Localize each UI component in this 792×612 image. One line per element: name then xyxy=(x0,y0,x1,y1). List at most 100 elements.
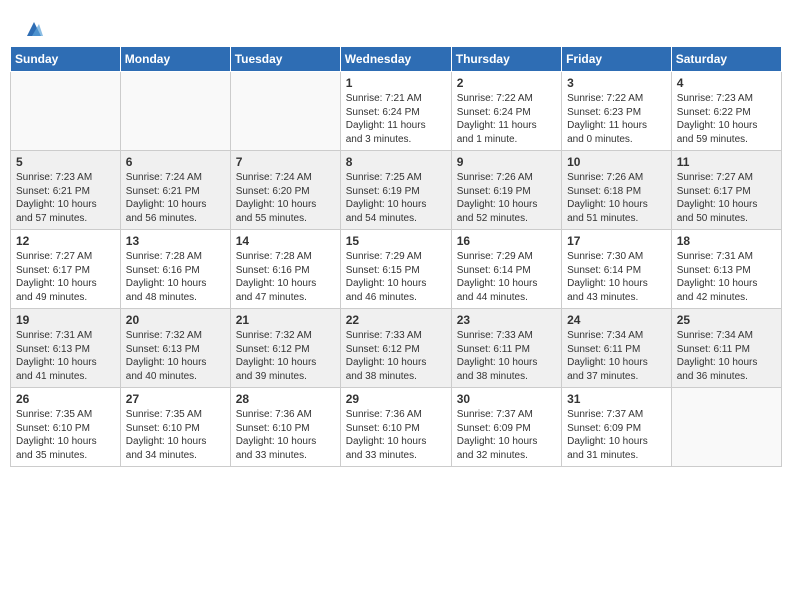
col-header-sunday: Sunday xyxy=(11,47,121,72)
day-info: Sunrise: 7:26 AMSunset: 6:18 PMDaylight:… xyxy=(567,171,666,225)
day-number: 11 xyxy=(677,155,776,169)
calendar-table: SundayMondayTuesdayWednesdayThursdayFrid… xyxy=(10,46,782,467)
calendar-week-row: 12 Sunrise: 7:27 AMSunset: 6:17 PMDayligh… xyxy=(11,230,782,309)
calendar-day-cell: 17 Sunrise: 7:30 AMSunset: 6:14 PMDayligh… xyxy=(562,230,672,309)
day-number: 25 xyxy=(677,313,776,327)
day-info: Sunrise: 7:22 AMSunset: 6:24 PMDaylight:… xyxy=(457,92,556,146)
calendar-week-row: 1 Sunrise: 7:21 AMSunset: 6:24 PMDaylight… xyxy=(11,72,782,151)
day-number: 31 xyxy=(567,392,666,406)
calendar-week-row: 19Sunrise: 7:31 AMSunset: 6:13 PMDayligh… xyxy=(11,309,782,388)
calendar-day-cell: 3Sunrise: 7:22 AMSunset: 6:23 PMDaylight… xyxy=(562,72,672,151)
calendar-day-cell: 20Sunrise: 7:32 AMSunset: 6:13 PMDayligh… xyxy=(120,309,230,388)
day-number: 26 xyxy=(16,392,115,406)
col-header-thursday: Thursday xyxy=(451,47,561,72)
calendar-day-cell: 11 Sunrise: 7:27 AMSunset: 6:17 PMDayligh… xyxy=(671,151,781,230)
day-number: 29 xyxy=(346,392,446,406)
day-number: 28 xyxy=(236,392,335,406)
day-info: Sunrise: 7:27 AMSunset: 6:17 PMDaylight:… xyxy=(16,250,115,304)
day-info: Sunrise: 7:33 AMSunset: 6:11 PMDaylight:… xyxy=(457,329,556,383)
day-number: 22 xyxy=(346,313,446,327)
calendar-day-cell: 16 Sunrise: 7:29 AMSunset: 6:14 PMDayligh… xyxy=(451,230,561,309)
logo xyxy=(20,18,45,36)
day-number: 18 xyxy=(677,234,776,248)
calendar-day-cell: 15 Sunrise: 7:29 AMSunset: 6:15 PMDayligh… xyxy=(340,230,451,309)
day-number: 21 xyxy=(236,313,335,327)
day-info: Sunrise: 7:28 AMSunset: 6:16 PMDaylight:… xyxy=(236,250,335,304)
calendar-day-cell xyxy=(120,72,230,151)
day-number: 19 xyxy=(16,313,115,327)
calendar-day-cell: 28Sunrise: 7:36 AMSunset: 6:10 PMDayligh… xyxy=(230,388,340,467)
calendar-day-cell: 12 Sunrise: 7:27 AMSunset: 6:17 PMDayligh… xyxy=(11,230,121,309)
col-header-tuesday: Tuesday xyxy=(230,47,340,72)
calendar-day-cell: 30Sunrise: 7:37 AMSunset: 6:09 PMDayligh… xyxy=(451,388,561,467)
day-info: Sunrise: 7:36 AMSunset: 6:10 PMDaylight:… xyxy=(346,408,446,462)
calendar-day-cell: 14 Sunrise: 7:28 AMSunset: 6:16 PMDayligh… xyxy=(230,230,340,309)
calendar-header-row: SundayMondayTuesdayWednesdayThursdayFrid… xyxy=(11,47,782,72)
day-number: 17 xyxy=(567,234,666,248)
calendar-day-cell: 24 Sunrise: 7:34 AMSunset: 6:11 PMDayligh… xyxy=(562,309,672,388)
calendar-day-cell: 6Sunrise: 7:24 AMSunset: 6:21 PMDaylight… xyxy=(120,151,230,230)
day-number: 30 xyxy=(457,392,556,406)
calendar-day-cell: 22 Sunrise: 7:33 AMSunset: 6:12 PMDayligh… xyxy=(340,309,451,388)
calendar-day-cell: 9 Sunrise: 7:26 AMSunset: 6:19 PMDaylight… xyxy=(451,151,561,230)
day-info: Sunrise: 7:22 AMSunset: 6:23 PMDaylight:… xyxy=(567,92,666,146)
day-number: 15 xyxy=(346,234,446,248)
page-header xyxy=(10,10,782,42)
day-info: Sunrise: 7:23 AMSunset: 6:21 PMDaylight:… xyxy=(16,171,115,225)
day-number: 2 xyxy=(457,76,556,90)
day-number: 5 xyxy=(16,155,115,169)
day-info: Sunrise: 7:29 AMSunset: 6:15 PMDaylight:… xyxy=(346,250,446,304)
calendar-day-cell xyxy=(11,72,121,151)
day-info: Sunrise: 7:35 AMSunset: 6:10 PMDaylight:… xyxy=(16,408,115,462)
day-info: Sunrise: 7:34 AMSunset: 6:11 PMDaylight:… xyxy=(677,329,776,383)
calendar-day-cell: 19Sunrise: 7:31 AMSunset: 6:13 PMDayligh… xyxy=(11,309,121,388)
calendar-day-cell: 26 Sunrise: 7:35 AMSunset: 6:10 PMDayligh… xyxy=(11,388,121,467)
day-info: Sunrise: 7:21 AMSunset: 6:24 PMDaylight:… xyxy=(346,92,446,146)
day-number: 23 xyxy=(457,313,556,327)
calendar-day-cell: 13 Sunrise: 7:28 AMSunset: 6:16 PMDayligh… xyxy=(120,230,230,309)
calendar-week-row: 26 Sunrise: 7:35 AMSunset: 6:10 PMDayligh… xyxy=(11,388,782,467)
col-header-saturday: Saturday xyxy=(671,47,781,72)
day-number: 9 xyxy=(457,155,556,169)
day-number: 13 xyxy=(126,234,225,248)
day-number: 7 xyxy=(236,155,335,169)
day-info: Sunrise: 7:23 AMSunset: 6:22 PMDaylight:… xyxy=(677,92,776,146)
day-info: Sunrise: 7:32 AMSunset: 6:12 PMDaylight:… xyxy=(236,329,335,383)
calendar-day-cell: 2 Sunrise: 7:22 AMSunset: 6:24 PMDaylight… xyxy=(451,72,561,151)
calendar-day-cell: 4Sunrise: 7:23 AMSunset: 6:22 PMDaylight… xyxy=(671,72,781,151)
calendar-day-cell: 7 Sunrise: 7:24 AMSunset: 6:20 PMDaylight… xyxy=(230,151,340,230)
day-info: Sunrise: 7:37 AMSunset: 6:09 PMDaylight:… xyxy=(567,408,666,462)
day-number: 27 xyxy=(126,392,225,406)
calendar-day-cell: 23 Sunrise: 7:33 AMSunset: 6:11 PMDayligh… xyxy=(451,309,561,388)
day-info: Sunrise: 7:29 AMSunset: 6:14 PMDaylight:… xyxy=(457,250,556,304)
day-info: Sunrise: 7:30 AMSunset: 6:14 PMDaylight:… xyxy=(567,250,666,304)
calendar-day-cell xyxy=(671,388,781,467)
day-info: Sunrise: 7:34 AMSunset: 6:11 PMDaylight:… xyxy=(567,329,666,383)
day-number: 12 xyxy=(16,234,115,248)
calendar-day-cell xyxy=(230,72,340,151)
day-info: Sunrise: 7:33 AMSunset: 6:12 PMDaylight:… xyxy=(346,329,446,383)
col-header-wednesday: Wednesday xyxy=(340,47,451,72)
calendar-day-cell: 10 Sunrise: 7:26 AMSunset: 6:18 PMDayligh… xyxy=(562,151,672,230)
day-number: 16 xyxy=(457,234,556,248)
day-info: Sunrise: 7:27 AMSunset: 6:17 PMDaylight:… xyxy=(677,171,776,225)
logo-icon xyxy=(23,18,45,40)
day-info: Sunrise: 7:31 AMSunset: 6:13 PMDaylight:… xyxy=(677,250,776,304)
calendar-day-cell: 31 Sunrise: 7:37 AMSunset: 6:09 PMDayligh… xyxy=(562,388,672,467)
day-number: 24 xyxy=(567,313,666,327)
day-info: Sunrise: 7:24 AMSunset: 6:20 PMDaylight:… xyxy=(236,171,335,225)
day-info: Sunrise: 7:24 AMSunset: 6:21 PMDaylight:… xyxy=(126,171,225,225)
calendar-day-cell: 21 Sunrise: 7:32 AMSunset: 6:12 PMDayligh… xyxy=(230,309,340,388)
day-number: 14 xyxy=(236,234,335,248)
calendar-day-cell: 25 Sunrise: 7:34 AMSunset: 6:11 PMDayligh… xyxy=(671,309,781,388)
day-number: 20 xyxy=(126,313,225,327)
day-info: Sunrise: 7:28 AMSunset: 6:16 PMDaylight:… xyxy=(126,250,225,304)
day-number: 1 xyxy=(346,76,446,90)
calendar-day-cell: 1 Sunrise: 7:21 AMSunset: 6:24 PMDaylight… xyxy=(340,72,451,151)
day-info: Sunrise: 7:25 AMSunset: 6:19 PMDaylight:… xyxy=(346,171,446,225)
calendar-day-cell: 18 Sunrise: 7:31 AMSunset: 6:13 PMDayligh… xyxy=(671,230,781,309)
day-number: 10 xyxy=(567,155,666,169)
col-header-friday: Friday xyxy=(562,47,672,72)
day-info: Sunrise: 7:26 AMSunset: 6:19 PMDaylight:… xyxy=(457,171,556,225)
calendar-day-cell: 27Sunrise: 7:35 AMSunset: 6:10 PMDayligh… xyxy=(120,388,230,467)
